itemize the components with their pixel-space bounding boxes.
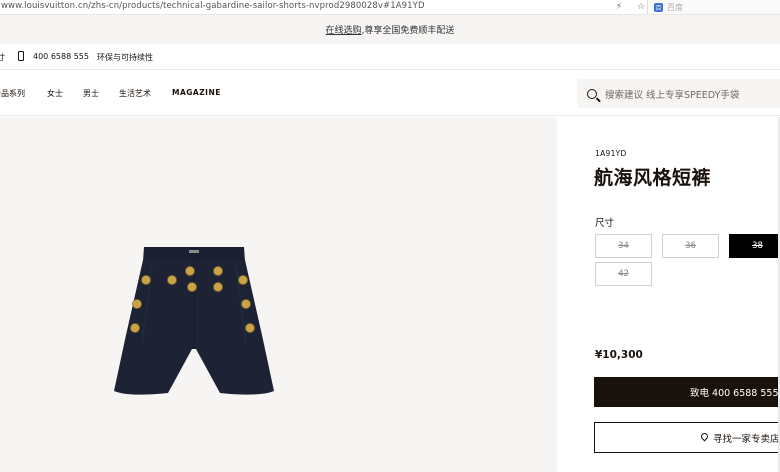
browser-address-bar[interactable]: www.louisvuitton.cn/zhs-cn/products/tech… — [0, 0, 780, 15]
product-title: 航海风格短裤 — [594, 167, 712, 189]
size-option-42[interactable]: 42 — [595, 262, 652, 286]
search-icon — [587, 88, 597, 99]
browser-search-placeholder: 百度 — [667, 2, 683, 12]
search-placeholder: 搜索建议 线上专享SPEEDY手袋 — [605, 89, 740, 101]
size-label: 尺寸 — [595, 218, 615, 229]
nav-item-magazine[interactable]: MAGAZINE — [172, 88, 221, 97]
call-button[interactable]: 致电 400 6588 555 咨 — [594, 377, 780, 407]
site-search-box[interactable]: 搜索建议 线上专享SPEEDY手袋 — [577, 79, 780, 108]
lightning-icon[interactable]: ⚡ — [614, 2, 624, 12]
product-sku: 1A91YD — [595, 149, 627, 158]
product-image — [114, 247, 274, 395]
product-info-panel: 1A91YD 航海风格短裤 尺寸 34 36 38 42 ¥10,300 致电 … — [557, 117, 780, 472]
call-button-label: 致电 400 6588 555 咨 — [690, 388, 780, 399]
utility-bar: 寸 400 6588 555 环保与可持续性 — [0, 44, 780, 70]
size-option-34[interactable]: 34 — [595, 234, 652, 258]
phone-link[interactable]: 400 6588 555 — [33, 52, 89, 61]
sustainability-link[interactable]: 环保与可持续性 — [97, 52, 153, 63]
product-price: ¥10,300 — [595, 349, 643, 361]
product-gallery[interactable] — [0, 117, 557, 472]
find-store-label: 寻找一家专卖店 — [713, 433, 780, 445]
nav-item-women[interactable]: 女士 — [47, 88, 63, 99]
nav-item-art-of-living[interactable]: 生活艺术 — [119, 88, 151, 99]
find-store-button[interactable]: 寻找一家专卖店 — [594, 422, 780, 453]
location-pin-icon — [701, 433, 708, 442]
promo-banner: 在线选购 ,尊享全国免费顺丰配送 — [0, 15, 780, 44]
browser-search-box[interactable]: 百 百度 — [647, 0, 780, 14]
phone-icon — [18, 51, 24, 61]
utility-fragment[interactable]: 寸 — [0, 52, 5, 63]
url-text[interactable]: www.louisvuitton.cn/zhs-cn/products/tech… — [1, 1, 425, 11]
size-option-36[interactable]: 36 — [662, 234, 719, 258]
shop-online-link[interactable]: 在线选购 — [326, 23, 362, 36]
nav-item-men[interactable]: 男士 — [83, 88, 99, 99]
banner-text: ,尊享全国免费顺丰配送 — [361, 26, 455, 36]
nav-item-new[interactable]: 新品系列 — [0, 88, 25, 99]
main-nav: 新品系列 女士 男士 生活艺术 MAGAZINE 搜索建议 线上专享SPEEDY… — [0, 70, 780, 116]
size-option-38[interactable]: 38 — [729, 234, 780, 258]
baidu-icon: 百 — [654, 2, 663, 12]
bookmark-star-icon[interactable]: ☆ — [636, 2, 646, 12]
